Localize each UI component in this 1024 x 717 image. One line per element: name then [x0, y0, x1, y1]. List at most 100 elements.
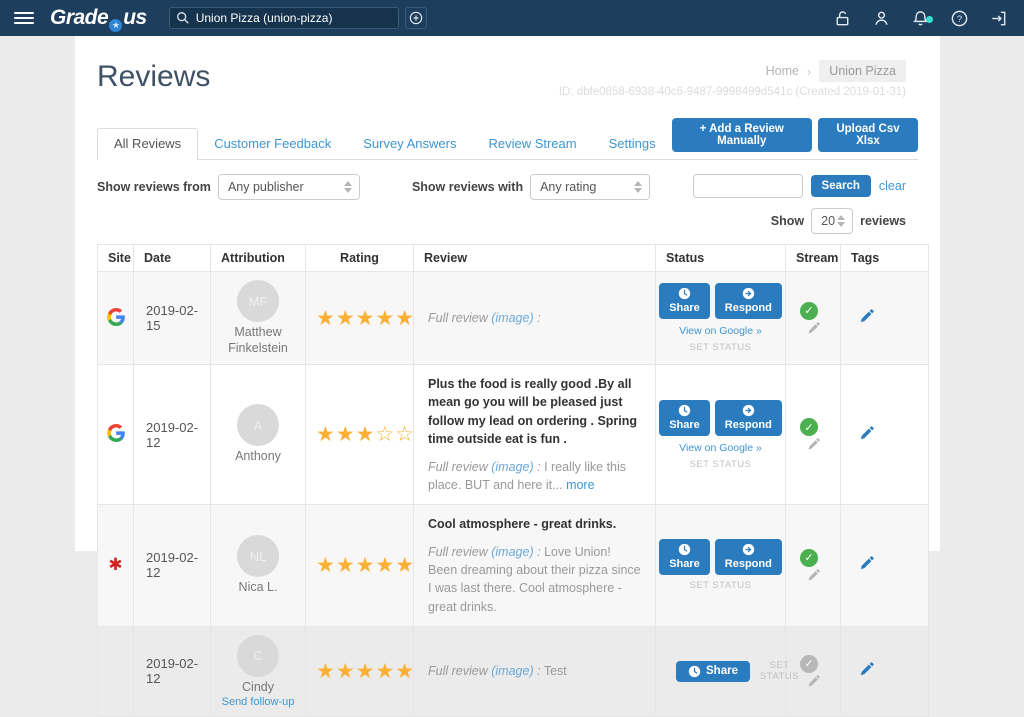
share-button[interactable]: Share	[659, 400, 710, 436]
share-label: Share	[669, 419, 700, 431]
publisher-select-value: Any publisher	[228, 180, 304, 194]
topbar-icons: ?	[833, 9, 1008, 28]
logo-text-right: us	[123, 6, 147, 30]
review-date: 2019-02-15	[134, 272, 211, 365]
image-link[interactable]: (image)	[491, 664, 533, 678]
colon: :	[537, 460, 540, 474]
publisher-select[interactable]: Any publisher	[218, 174, 360, 200]
attribution-cell: A Anthony	[211, 365, 306, 505]
review-row: 2019-02-15 MF Matthew Finkelstein ★★★★★ …	[98, 272, 929, 365]
logout-icon[interactable]	[989, 9, 1008, 28]
add-account-button[interactable]	[405, 7, 427, 29]
show-label: Show	[771, 214, 804, 228]
publisher-filter-label: Show reviews from	[97, 180, 211, 194]
share-button[interactable]: Share	[659, 283, 710, 319]
table-header-row: Site Date Attribution Rating Review Stat…	[98, 245, 929, 272]
status-cell: Share SET STATUS	[656, 626, 786, 717]
more-link[interactable]: more	[566, 478, 594, 492]
arrow-right-icon	[742, 287, 755, 300]
hamburger-menu-icon[interactable]	[14, 9, 34, 27]
show-count-select[interactable]: 20	[811, 208, 853, 234]
review-cell: Cool atmosphere - great drinks. Full rev…	[414, 505, 656, 627]
unlock-icon[interactable]	[833, 9, 852, 28]
add-review-manually-button[interactable]: + Add a Review Manually	[672, 118, 812, 152]
clear-search-link[interactable]: clear	[879, 179, 906, 193]
grade-us-logo[interactable]: Grade★us	[50, 6, 147, 30]
col-tags: Tags	[841, 245, 929, 272]
tags-cell	[841, 272, 929, 365]
logo-text-left: Grade	[50, 6, 108, 30]
star-rating: ★★★★★	[306, 272, 414, 365]
review-search-input[interactable]	[693, 174, 803, 198]
stream-cell: ✓	[786, 272, 841, 365]
tab-review-stream[interactable]: Review Stream	[472, 129, 592, 159]
search-icon	[176, 11, 190, 30]
review-date: 2019-02-12	[134, 505, 211, 627]
top-bar: Grade★us ?	[0, 0, 1024, 36]
tags-edit-pencil-icon[interactable]	[859, 309, 874, 324]
colon: :	[537, 545, 540, 559]
avatar: C	[237, 635, 279, 677]
full-review-label: Full review	[428, 664, 488, 678]
respond-label: Respond	[725, 419, 772, 431]
col-review: Review	[414, 245, 656, 272]
respond-label: Respond	[725, 558, 772, 570]
attribution-cell: MF Matthew Finkelstein	[211, 272, 306, 365]
full-review-label: Full review	[428, 311, 488, 325]
view-on-google-link[interactable]: View on Google »	[662, 325, 779, 337]
status-cell: Share Respond View on Google » SET STATU…	[656, 272, 786, 365]
image-link[interactable]: (image)	[491, 460, 533, 474]
star-rating: ★★★★★	[306, 626, 414, 717]
help-icon[interactable]: ?	[950, 9, 969, 28]
stream-approved-icon[interactable]: ✓	[800, 549, 818, 567]
stream-edit-pencil-icon[interactable]	[807, 569, 820, 582]
image-link[interactable]: (image)	[491, 545, 533, 559]
reviews-table: Site Date Attribution Rating Review Stat…	[97, 244, 929, 717]
select-arrows-icon	[837, 215, 845, 227]
avatar: MF	[237, 280, 279, 322]
clock-icon	[678, 543, 691, 556]
colon: :	[537, 311, 540, 325]
view-on-google-link[interactable]: View on Google »	[662, 442, 779, 454]
tab-settings[interactable]: Settings	[593, 129, 672, 159]
user-icon[interactable]	[872, 9, 891, 28]
set-status-link[interactable]: SET STATUS	[662, 342, 779, 353]
tab-customer-feedback[interactable]: Customer Feedback	[198, 129, 347, 159]
tags-edit-pencil-icon[interactable]	[859, 662, 874, 677]
send-followup-link[interactable]: Send follow-up	[215, 696, 301, 708]
review-cell: Full review (image) :	[414, 272, 656, 365]
tab-survey-answers[interactable]: Survey Answers	[347, 129, 472, 159]
stream-edit-pencil-icon[interactable]	[807, 322, 820, 335]
reviewer-name: Cindy	[215, 680, 301, 696]
site-cell	[98, 365, 134, 505]
set-status-link[interactable]: SET STATUS	[662, 459, 779, 470]
respond-button[interactable]: Respond	[715, 539, 782, 575]
set-status-link[interactable]: SET STATUS	[760, 660, 799, 682]
set-status-link[interactable]: SET STATUS	[662, 580, 779, 591]
stream-edit-pencil-icon[interactable]	[807, 438, 820, 451]
account-search-input[interactable]	[169, 7, 399, 29]
search-button[interactable]: Search	[811, 175, 871, 197]
tab-all-reviews[interactable]: All Reviews	[97, 128, 198, 160]
rating-select[interactable]: Any rating	[530, 174, 650, 200]
respond-button[interactable]: Respond	[715, 400, 782, 436]
attribution-cell: NL Nica L.	[211, 505, 306, 627]
upload-csv-button[interactable]: Upload Csv Xlsx	[818, 118, 918, 152]
stream-cell: ✓	[786, 505, 841, 627]
tags-edit-pencil-icon[interactable]	[859, 426, 874, 441]
stream-pending-icon[interactable]: ✓	[800, 655, 818, 673]
clock-icon	[678, 287, 691, 300]
image-link[interactable]: (image)	[491, 311, 533, 325]
breadcrumb-home-link[interactable]: Home	[766, 64, 799, 78]
site-cell	[98, 272, 134, 365]
tags-edit-pencil-icon[interactable]	[859, 556, 874, 571]
share-button[interactable]: Share	[676, 661, 750, 682]
stream-approved-icon[interactable]: ✓	[800, 302, 818, 320]
respond-button[interactable]: Respond	[715, 283, 782, 319]
full-review-label: Full review	[428, 460, 488, 474]
share-button[interactable]: Share	[659, 539, 710, 575]
notifications-bell-icon[interactable]	[911, 9, 930, 28]
stream-approved-icon[interactable]: ✓	[800, 418, 818, 436]
stream-edit-pencil-icon[interactable]	[807, 675, 820, 688]
reviewer-name: Matthew Finkelstein	[215, 325, 301, 356]
